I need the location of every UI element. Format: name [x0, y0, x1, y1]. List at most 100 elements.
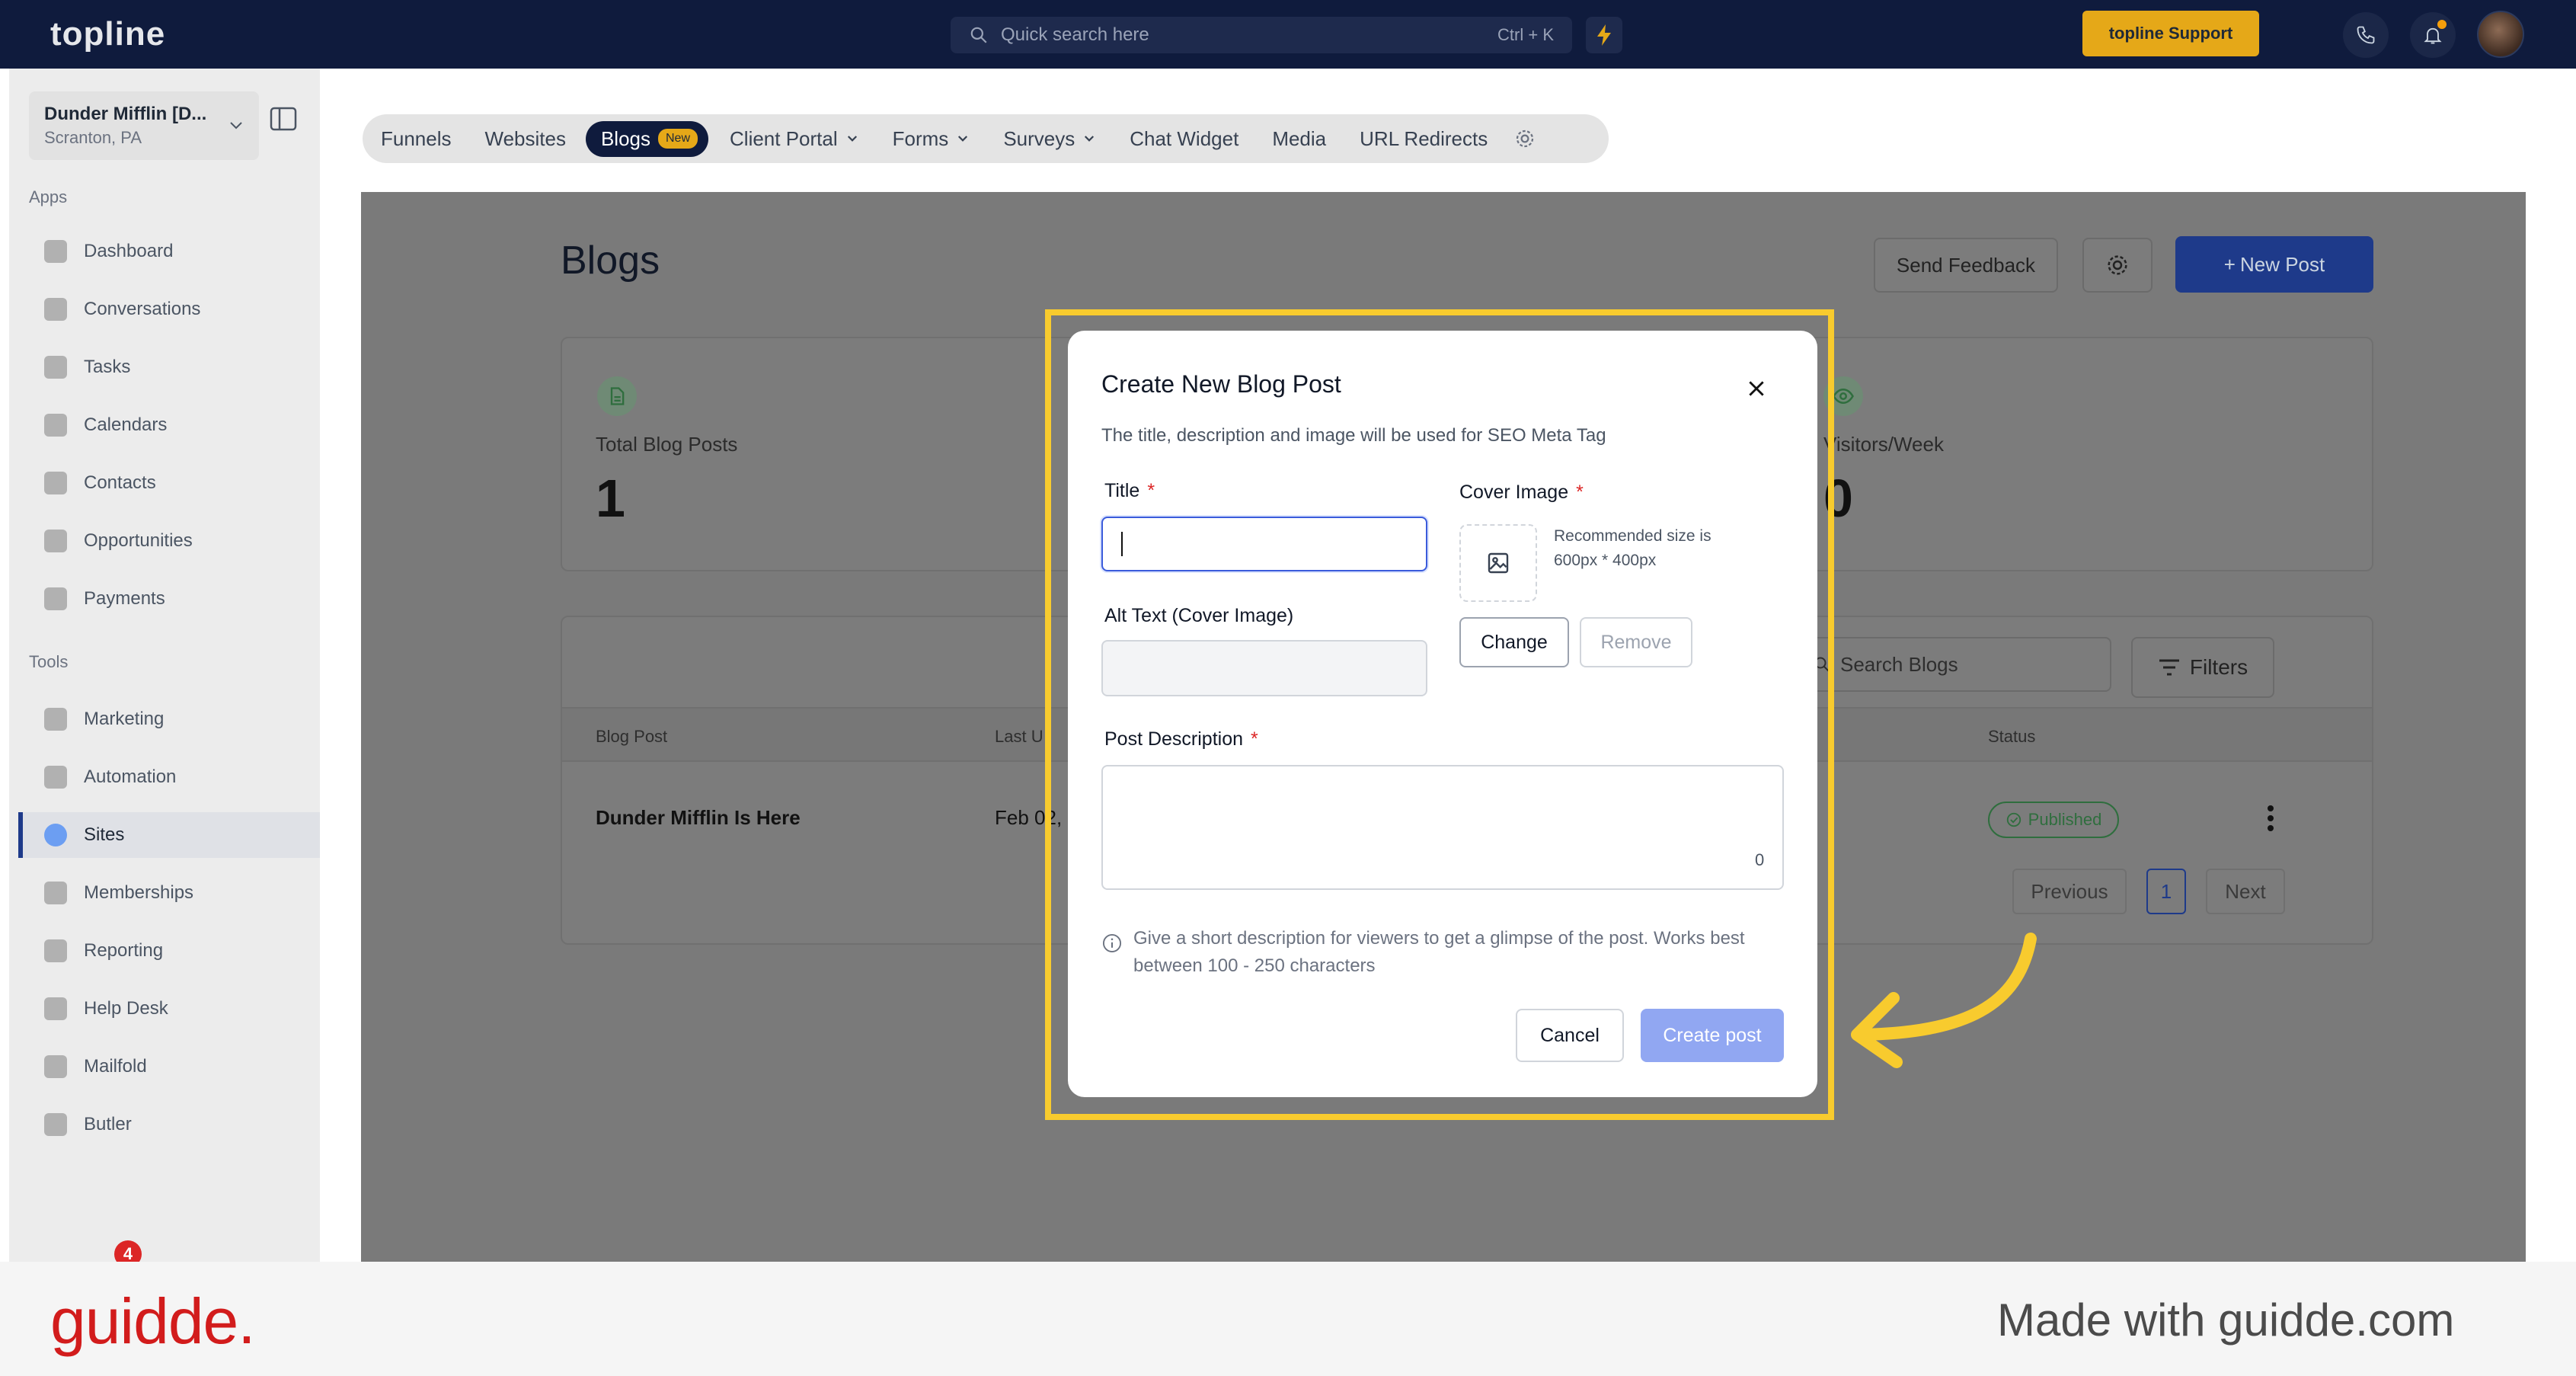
- tools-section-label: Tools: [29, 652, 69, 671]
- search-icon: [970, 27, 987, 43]
- person-icon: [44, 472, 67, 494]
- cancel-button[interactable]: Cancel: [1516, 1009, 1624, 1062]
- recommended-size-text: Recommended size is 600px * 400px: [1554, 527, 1711, 569]
- sidebar-item-butler[interactable]: Butler: [18, 1102, 320, 1147]
- tasks-icon: [44, 356, 67, 379]
- new-badge: New: [658, 129, 698, 149]
- sidebar-item-calendars[interactable]: Calendars: [18, 402, 320, 448]
- tab-client-portal[interactable]: Client Portal: [730, 127, 859, 151]
- sidebar-item-tasks[interactable]: Tasks: [18, 344, 320, 390]
- app-logo[interactable]: topline: [50, 15, 165, 53]
- send-feedback-button[interactable]: Send Feedback: [1874, 238, 2058, 293]
- cover-image-placeholder[interactable]: [1459, 524, 1537, 602]
- filter-icon: [2159, 659, 2179, 676]
- new-post-button[interactable]: + New Post: [2175, 236, 2373, 293]
- search-blogs-input[interactable]: Search Blogs: [1790, 637, 2111, 692]
- text-caret: [1121, 532, 1123, 556]
- page-title: Blogs: [561, 238, 660, 283]
- chevron-down-icon: [847, 136, 857, 142]
- guidde-footer: guidde. Made with guidde.com: [0, 1262, 2576, 1376]
- pie-chart-icon: [44, 939, 67, 962]
- table-row-post-title[interactable]: Dunder Mifflin Is Here: [596, 806, 801, 830]
- pagination-previous[interactable]: Previous: [2012, 869, 2127, 914]
- top-bar: topline Quick search here Ctrl + K topli…: [0, 0, 2576, 69]
- blog-settings-button[interactable]: [2082, 238, 2153, 293]
- tab-forms[interactable]: Forms: [893, 127, 970, 151]
- sidebar: Dunder Mifflin [D... Scranton, PA Apps D…: [9, 69, 320, 1262]
- sidebar-item-mailfold[interactable]: Mailfold: [18, 1044, 320, 1090]
- users-icon: [44, 882, 67, 904]
- support-button[interactable]: topline Support: [2082, 11, 2259, 56]
- sites-tabs: Funnels Websites Blogs New Client Portal …: [363, 114, 1609, 163]
- filters-button[interactable]: Filters: [2131, 637, 2274, 698]
- row-menu-icon[interactable]: [2267, 805, 2274, 832]
- total-posts-value: 1: [596, 469, 625, 528]
- notifications-button[interactable]: [2410, 12, 2456, 58]
- gear-icon: [2108, 255, 2127, 275]
- alt-text-label: Alt Text (Cover Image): [1104, 605, 1294, 626]
- alt-text-input[interactable]: [1101, 640, 1427, 696]
- chevron-down-icon: [230, 122, 242, 130]
- apps-section-label: Apps: [29, 187, 68, 206]
- tab-chat-widget[interactable]: Chat Widget: [1130, 127, 1238, 151]
- title-input[interactable]: [1101, 517, 1427, 571]
- sidebar-item-dashboard[interactable]: Dashboard: [18, 229, 320, 274]
- pagination-page-1[interactable]: 1: [2146, 869, 2186, 914]
- sidebar-item-contacts[interactable]: Contacts: [18, 460, 320, 506]
- create-post-button[interactable]: Create post: [1641, 1009, 1784, 1062]
- settings-gear-icon[interactable]: [1513, 127, 1536, 150]
- required-mark: *: [1251, 728, 1258, 750]
- sidebar-item-help-desk[interactable]: Help Desk: [18, 986, 320, 1032]
- tab-blogs[interactable]: Blogs New: [585, 120, 709, 157]
- sidebar-item-opportunities[interactable]: Opportunities: [18, 518, 320, 564]
- column-header-blog-post: Blog Post: [596, 727, 668, 746]
- sidebar-item-reporting[interactable]: Reporting: [18, 928, 320, 974]
- calendar-icon: [44, 414, 67, 437]
- sidebar-item-sites[interactable]: Sites: [18, 812, 320, 858]
- tab-surveys[interactable]: Surveys: [1003, 127, 1096, 151]
- post-description-label: Post Description *: [1104, 728, 1258, 750]
- gears-icon: [44, 766, 67, 789]
- target-icon: [44, 530, 67, 552]
- lightning-button[interactable]: [1586, 17, 1622, 53]
- total-posts-label: Total Blog Posts: [596, 433, 738, 456]
- dialog-subtitle: The title, description and image will be…: [1101, 425, 1606, 446]
- cover-image-label: Cover Image *: [1459, 482, 1584, 503]
- tab-media[interactable]: Media: [1272, 127, 1326, 151]
- sidebar-item-conversations[interactable]: Conversations: [18, 286, 320, 332]
- close-button[interactable]: [1741, 373, 1772, 404]
- description-hint: Give a short description for viewers to …: [1133, 928, 1745, 976]
- sidebar-item-automation[interactable]: Automation: [18, 754, 320, 800]
- quick-search[interactable]: Quick search here Ctrl + K: [951, 17, 1572, 53]
- status-badge: Published: [1988, 802, 2119, 838]
- document-icon: [597, 376, 637, 416]
- notification-dot: [2437, 20, 2447, 29]
- close-icon: [1749, 381, 1764, 396]
- made-with-text: Made with guidde.com: [1997, 1294, 2455, 1346]
- user-avatar[interactable]: [2477, 11, 2524, 58]
- sidebar-item-marketing[interactable]: Marketing: [18, 696, 320, 742]
- column-header-last-updated: Last U: [995, 727, 1044, 746]
- post-description-textarea[interactable]: [1101, 765, 1784, 890]
- sidebar-collapse-icon[interactable]: [270, 107, 297, 131]
- info-icon: [1102, 933, 1122, 953]
- mail-icon: [44, 1055, 67, 1078]
- lightning-icon: [1597, 24, 1611, 46]
- image-icon: [1488, 552, 1509, 574]
- tab-websites[interactable]: Websites: [485, 127, 566, 151]
- tab-url-redirects[interactable]: URL Redirects: [1360, 127, 1488, 151]
- sidebar-item-payments[interactable]: Payments: [18, 576, 320, 622]
- visitors-week-label: Visitors/Week: [1823, 433, 1944, 456]
- change-image-button[interactable]: Change: [1459, 617, 1569, 667]
- phone-button[interactable]: [2343, 12, 2389, 58]
- character-counter: 0: [1755, 850, 1765, 869]
- title-label: Title *: [1104, 480, 1155, 501]
- tab-funnels[interactable]: Funnels: [381, 127, 452, 151]
- sidebar-item-memberships[interactable]: Memberships: [18, 870, 320, 916]
- location-name: Dunder Mifflin [D...: [44, 104, 207, 124]
- location-switcher[interactable]: Dunder Mifflin [D... Scranton, PA: [29, 91, 259, 160]
- card-icon: [44, 587, 67, 610]
- quick-search-placeholder: Quick search here: [1001, 24, 1149, 45]
- pagination-next[interactable]: Next: [2206, 869, 2285, 914]
- remove-image-button[interactable]: Remove: [1580, 617, 1692, 667]
